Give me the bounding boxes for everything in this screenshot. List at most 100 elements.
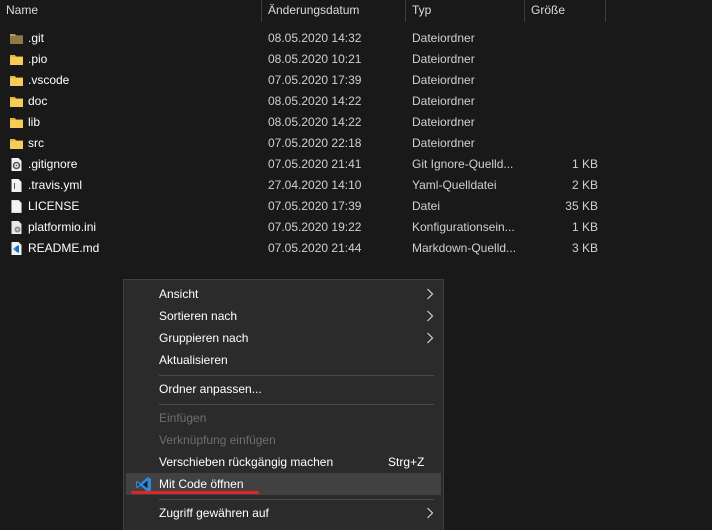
- menu-item-sort-by[interactable]: Sortieren nach: [126, 305, 441, 327]
- file-row[interactable]: src 07.05.2020 22:18 Dateiordner: [0, 133, 712, 154]
- chevron-right-icon: [427, 288, 434, 300]
- file-type: Konfigurationsein...: [412, 220, 515, 234]
- file-size: 1 KB: [571, 157, 598, 171]
- menu-item-label: Sortieren nach: [159, 309, 238, 323]
- column-divider[interactable]: [605, 0, 606, 22]
- file-row[interactable]: .gitignore 07.05.2020 21:41 Git Ignore-Q…: [0, 154, 712, 175]
- file-name: .vscode: [28, 73, 70, 87]
- file-date: 08.05.2020 14:22: [268, 115, 362, 129]
- gear-file-icon: [11, 158, 22, 171]
- folder-icon: [10, 76, 23, 86]
- file-type: Git Ignore-Quelld...: [412, 157, 514, 171]
- folder-icon: [10, 55, 23, 65]
- file-size: 1 KB: [571, 220, 598, 234]
- menu-item-paste-shortcut[interactable]: Verknüpfung einfügen: [126, 429, 441, 451]
- file-type: Dateiordner: [412, 136, 475, 150]
- folder-icon: [10, 34, 23, 44]
- column-header-bar: Name Änderungsdatum Typ Größe: [0, 0, 712, 22]
- menu-item-paste[interactable]: Einfügen: [126, 407, 441, 429]
- file-row[interactable]: .travis.yml 27.04.2020 14:10 Yaml-Quelld…: [0, 175, 712, 196]
- menu-separator: [159, 499, 434, 500]
- menu-item-label: Zugriff gewähren auf: [159, 506, 269, 520]
- file-date: 07.05.2020 19:22: [268, 220, 362, 234]
- file-size: 2 KB: [571, 178, 598, 192]
- file-size: [528, 91, 598, 112]
- file-date: 07.05.2020 17:39: [268, 199, 362, 213]
- menu-item-label: Aktualisieren: [159, 353, 228, 367]
- file-type: Dateiordner: [412, 115, 475, 129]
- file-name: .pio: [28, 52, 48, 66]
- file-row[interactable]: .git 08.05.2020 14:32 Dateiordner: [0, 28, 712, 49]
- file-row[interactable]: .pio 08.05.2020 10:21 Dateiordner: [0, 49, 712, 70]
- file-date: 07.05.2020 17:39: [268, 73, 362, 87]
- red-underline-annotation: [131, 491, 259, 494]
- file-date: 27.04.2020 14:10: [268, 178, 362, 192]
- file-size: [528, 28, 598, 49]
- file-row[interactable]: lib 08.05.2020 14:22 Dateiordner: [0, 112, 712, 133]
- file-name: src: [28, 136, 44, 150]
- menu-item-undo-move[interactable]: Verschieben rückgängig machen Strg+Z: [126, 451, 441, 473]
- file-name: .git: [28, 31, 45, 45]
- file-type: Datei: [412, 199, 441, 213]
- file-icon: [11, 200, 22, 213]
- menu-separator: [159, 404, 434, 405]
- file-date: 08.05.2020 14:32: [268, 31, 362, 45]
- file-row[interactable]: doc 08.05.2020 14:22 Dateiordner: [0, 91, 712, 112]
- file-type: Dateiordner: [412, 94, 475, 108]
- chevron-right-icon: [427, 332, 434, 344]
- menu-item-label: Ansicht: [159, 287, 199, 301]
- file-size: 3 KB: [571, 241, 598, 255]
- file-name: .travis.yml: [28, 178, 82, 192]
- folder-icon: [10, 97, 23, 107]
- file-date: 07.05.2020 22:18: [268, 136, 362, 150]
- folder-icon: [10, 139, 23, 149]
- column-header-name[interactable]: Name: [0, 0, 260, 22]
- file-date: 07.05.2020 21:41: [268, 157, 362, 171]
- file-name: .gitignore: [28, 157, 78, 171]
- file-type: Dateiordner: [412, 73, 475, 87]
- file-date: 08.05.2020 14:22: [268, 94, 362, 108]
- menu-item-group-by[interactable]: Gruppieren nach: [126, 327, 441, 349]
- menu-item-label: Verschieben rückgängig machen: [159, 455, 334, 469]
- file-date: 07.05.2020 21:44: [268, 241, 362, 255]
- file-name: lib: [28, 115, 41, 129]
- menu-item-label: Gruppieren nach: [159, 331, 249, 345]
- file-type: Yaml-Quelldatei: [412, 178, 497, 192]
- file-name: doc: [28, 94, 48, 108]
- file-name: LICENSE: [28, 199, 80, 213]
- vscode-file-icon: [11, 242, 22, 255]
- file-type: Markdown-Quelld...: [412, 241, 517, 255]
- menu-item-label: Verknüpfung einfügen: [159, 433, 276, 447]
- menu-item-view[interactable]: Ansicht: [126, 283, 441, 305]
- menu-item-label: Ordner anpassen...: [159, 382, 262, 396]
- file-size: [528, 70, 598, 91]
- file-date: 08.05.2020 10:21: [268, 52, 362, 66]
- settings-file-icon: [11, 221, 22, 234]
- file-icon: [11, 179, 22, 192]
- file-row[interactable]: README.md 07.05.2020 21:44 Markdown-Quel…: [0, 238, 712, 259]
- folder-icon: [10, 118, 23, 128]
- file-size: [528, 49, 598, 70]
- file-type: Dateiordner: [412, 52, 475, 66]
- file-name: platformio.ini: [28, 220, 97, 234]
- file-size: [528, 112, 598, 133]
- menu-item-refresh[interactable]: Aktualisieren: [126, 349, 441, 371]
- file-size: 35 KB: [565, 199, 598, 213]
- file-row[interactable]: .vscode 07.05.2020 17:39 Dateiordner: [0, 70, 712, 91]
- file-row[interactable]: platformio.ini 07.05.2020 19:22 Konfigur…: [0, 217, 712, 238]
- file-size: [528, 133, 598, 154]
- chevron-right-icon: [427, 310, 434, 322]
- file-row[interactable]: LICENSE 07.05.2020 17:39 Datei 35 KB: [0, 196, 712, 217]
- column-header-type[interactable]: Typ: [406, 0, 524, 22]
- file-list: .git 08.05.2020 14:32 Dateiordner .pio 0…: [0, 28, 712, 259]
- menu-item-label: Einfügen: [159, 411, 207, 425]
- column-header-size[interactable]: Größe: [525, 0, 605, 22]
- menu-item-give-access[interactable]: Zugriff gewähren auf: [126, 502, 441, 524]
- column-header-date[interactable]: Änderungsdatum: [262, 0, 405, 22]
- chevron-right-icon: [427, 507, 434, 519]
- file-name: README.md: [28, 241, 100, 255]
- file-type: Dateiordner: [412, 31, 475, 45]
- menu-item-customize-folder[interactable]: Ordner anpassen...: [126, 378, 441, 400]
- menu-separator: [159, 375, 434, 376]
- keyboard-shortcut: Strg+Z: [388, 455, 425, 469]
